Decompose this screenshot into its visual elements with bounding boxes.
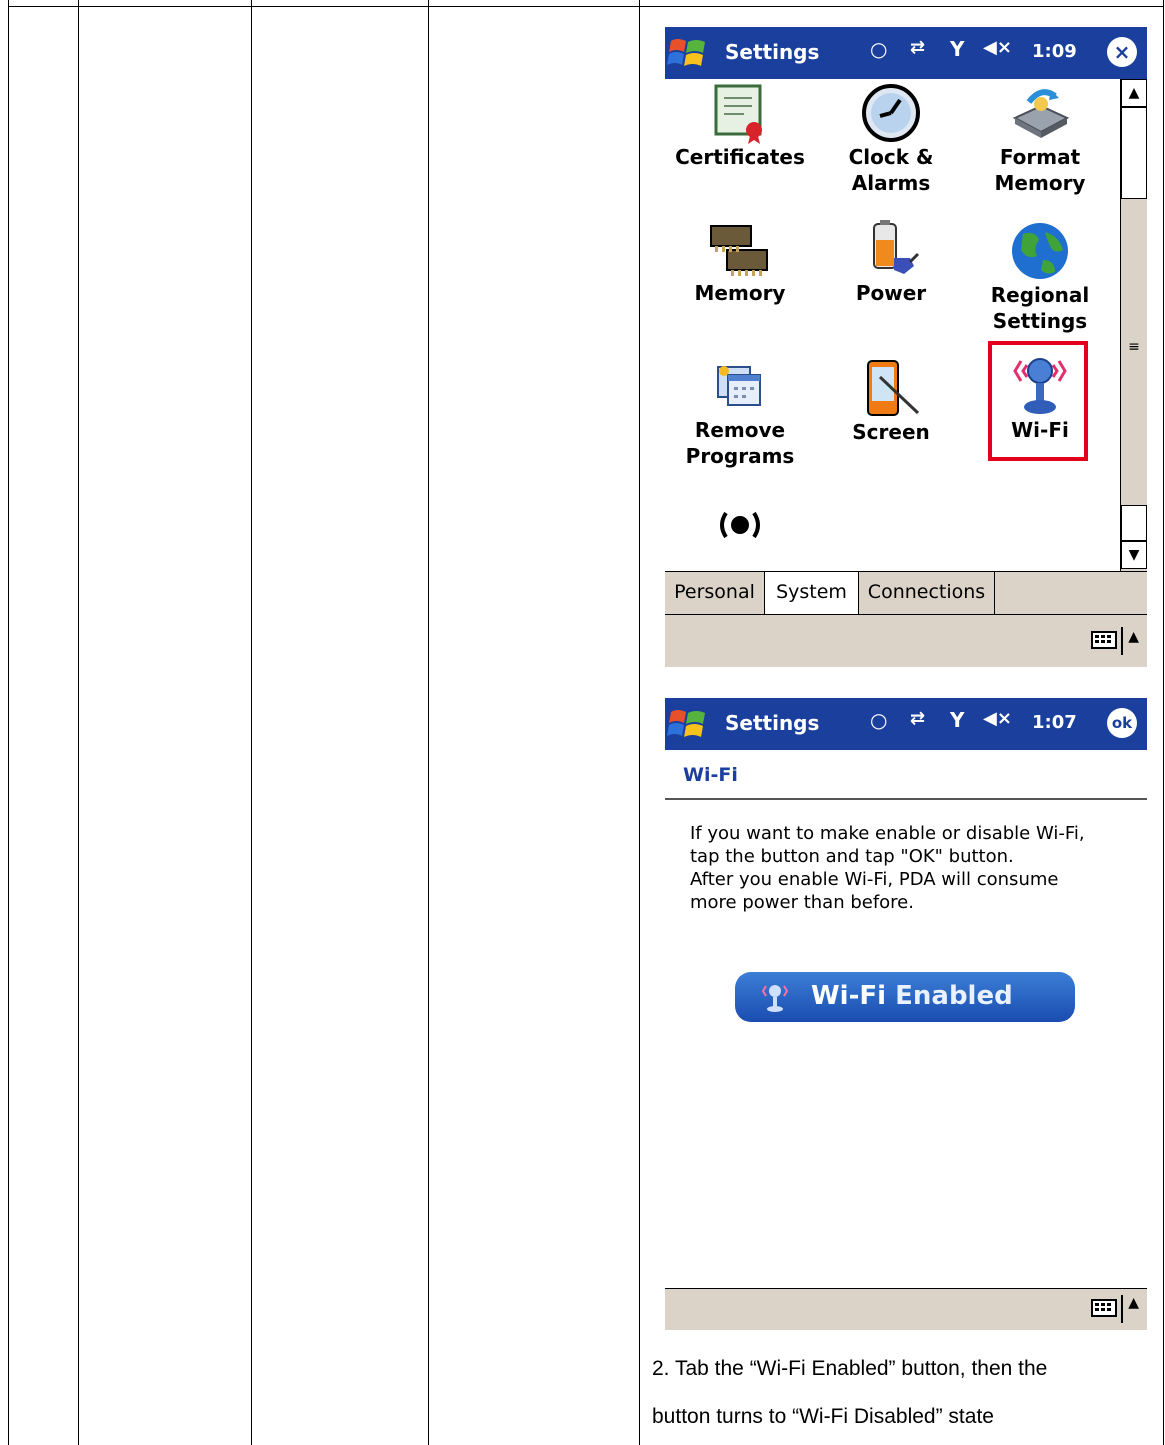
title-text: Settings bbox=[725, 40, 820, 64]
notification-icon[interactable]: ○ bbox=[870, 37, 887, 61]
table-col-line bbox=[428, 0, 429, 1445]
certificate-icon bbox=[714, 84, 762, 144]
power-item[interactable]: Power bbox=[821, 220, 961, 306]
input-panel-arrow-icon[interactable]: ▲ bbox=[1128, 1295, 1139, 1311]
scroll-area-upper bbox=[1121, 107, 1147, 199]
windows-start-icon[interactable] bbox=[667, 35, 709, 71]
item-label: Screen bbox=[852, 420, 930, 444]
item-label: Regional bbox=[990, 283, 1090, 307]
settings-tabs: Personal System Connections bbox=[665, 571, 1147, 615]
scroll-up-arrow[interactable]: ▲ bbox=[1121, 79, 1147, 107]
scroll-grip-icon[interactable]: ≡ bbox=[1121, 339, 1147, 355]
clock-time[interactable]: 1:09 bbox=[1032, 41, 1077, 62]
title-bar: Settings ○ ⇄ Y ◀× 1:09 × bbox=[665, 27, 1147, 79]
input-separator bbox=[1121, 1295, 1123, 1323]
instructions-text: If you want to make enable or disable Wi… bbox=[690, 822, 1130, 914]
caption-line: button turns to “Wi-Fi Disabled” state bbox=[652, 1405, 994, 1428]
remove-programs-icon bbox=[717, 366, 761, 406]
item-label: Memory bbox=[694, 281, 786, 305]
instructions-line: tap the button and tap "OK" button. bbox=[690, 846, 1014, 867]
memory-chip-icon bbox=[710, 225, 768, 276]
wireless-item-partial[interactable] bbox=[670, 505, 810, 545]
regional-settings-item[interactable]: Regional Settings bbox=[970, 220, 1110, 334]
item-label-line2: Programs bbox=[685, 444, 795, 468]
item-label: Remove bbox=[694, 418, 786, 442]
format-memory-item[interactable]: Format Memory bbox=[970, 82, 1110, 196]
keyboard-icon[interactable] bbox=[1091, 631, 1117, 649]
item-label-line2: Alarms bbox=[851, 171, 931, 195]
instructions-line: After you enable Wi-Fi, PDA will consume bbox=[690, 869, 1059, 890]
connectivity-icon[interactable]: ⇄ bbox=[910, 708, 925, 729]
wifi-settings-screen: Settings ○ ⇄ Y ◀× 1:07 ok Wi-Fi If you w… bbox=[665, 698, 1147, 1330]
ok-button[interactable]: ok bbox=[1107, 708, 1137, 738]
clock-icon bbox=[862, 84, 920, 142]
signal-icon[interactable]: Y bbox=[950, 708, 964, 732]
title-text: Settings bbox=[725, 711, 820, 735]
keyboard-icon[interactable] bbox=[1091, 1299, 1117, 1317]
clock-time[interactable]: 1:07 bbox=[1032, 712, 1077, 733]
tab-personal[interactable]: Personal bbox=[665, 572, 765, 614]
scroll-down-arrow[interactable]: ▼ bbox=[1121, 541, 1147, 569]
certificates-item[interactable]: Certificates bbox=[670, 82, 810, 170]
signal-icon[interactable]: Y bbox=[950, 37, 964, 61]
wifi-enabled-button[interactable]: Wi-Fi Enabled bbox=[735, 972, 1075, 1022]
pda-stylus-icon bbox=[867, 360, 920, 416]
input-bar: ▲ bbox=[665, 614, 1147, 667]
screen-item[interactable]: Screen bbox=[821, 357, 961, 445]
title-bar: Settings ○ ⇄ Y ◀× 1:07 ok bbox=[665, 698, 1147, 750]
item-label: Certificates bbox=[675, 145, 805, 169]
item-label: Clock & bbox=[848, 145, 934, 169]
table-border-top bbox=[8, 6, 1164, 7]
close-button[interactable]: × bbox=[1107, 37, 1137, 67]
table-col-line bbox=[78, 0, 79, 1445]
button-label-part1: Wi-Fi bbox=[811, 981, 887, 1011]
wifi-highlight-box bbox=[988, 341, 1088, 461]
remove-programs-item[interactable]: Remove Programs bbox=[670, 357, 810, 469]
instructions-line: more power than before. bbox=[690, 892, 914, 913]
format-memory-icon bbox=[1012, 89, 1070, 138]
memory-item[interactable]: Memory bbox=[670, 220, 810, 306]
tab-system[interactable]: System bbox=[765, 572, 859, 614]
item-label: Power bbox=[855, 281, 927, 305]
table-col-line bbox=[639, 0, 640, 1445]
notification-icon[interactable]: ○ bbox=[870, 708, 887, 732]
instructions-line: If you want to make enable or disable Wi… bbox=[690, 823, 1085, 844]
wifi-antenna-icon bbox=[761, 985, 789, 1012]
button-label: Wi-Fi Enabled bbox=[811, 981, 1013, 1011]
wireless-signal-icon bbox=[720, 511, 760, 539]
table-border-right bbox=[1163, 0, 1164, 1445]
battery-plug-icon bbox=[873, 220, 920, 274]
item-label: Format bbox=[999, 145, 1081, 169]
input-separator bbox=[1121, 627, 1123, 655]
button-label-part2: Enabled bbox=[895, 981, 1013, 1011]
item-label-line2: Settings bbox=[992, 309, 1088, 333]
vertical-scrollbar[interactable]: ▲ ≡ ▼ bbox=[1120, 79, 1147, 571]
settings-system-screen: Settings ○ ⇄ Y ◀× 1:09 × Certificates Cl… bbox=[665, 27, 1147, 667]
input-bar: ▲ bbox=[665, 1288, 1147, 1330]
caption-line: 2. Tab the “Wi-Fi Enabled” button, then … bbox=[652, 1357, 1048, 1380]
clock-alarms-item[interactable]: Clock & Alarms bbox=[821, 82, 961, 196]
item-label-line2: Memory bbox=[994, 171, 1086, 195]
scroll-area-lower bbox=[1121, 505, 1147, 541]
speaker-muted-icon[interactable]: ◀× bbox=[983, 37, 1012, 58]
table-col-line bbox=[251, 0, 252, 1445]
input-panel-arrow-icon[interactable]: ▲ bbox=[1128, 629, 1139, 645]
speaker-muted-icon[interactable]: ◀× bbox=[983, 708, 1012, 729]
globe-icon bbox=[1012, 223, 1068, 279]
tab-connections[interactable]: Connections bbox=[859, 572, 995, 614]
windows-start-icon[interactable] bbox=[667, 706, 709, 742]
subtitle-divider bbox=[665, 798, 1147, 800]
connectivity-icon[interactable]: ⇄ bbox=[910, 37, 925, 58]
table-border-left bbox=[8, 0, 9, 1445]
page-subtitle: Wi-Fi bbox=[683, 764, 738, 786]
